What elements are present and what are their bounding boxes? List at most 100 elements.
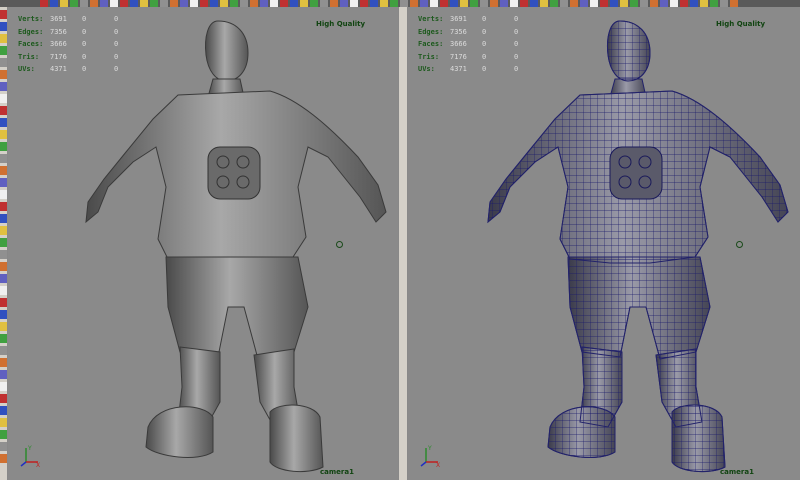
shelf-tool-icon[interactable]: [140, 0, 148, 7]
toolbox-tool-icon[interactable]: [0, 166, 7, 175]
toolbox-tool-icon[interactable]: [0, 58, 7, 67]
shelf-tool-icon[interactable]: [640, 0, 648, 7]
shelf-tool-icon[interactable]: [620, 0, 628, 7]
toolbox-tool-icon[interactable]: [0, 454, 7, 463]
shelf-tool-icon[interactable]: [480, 0, 488, 7]
viewport-right[interactable]: Verts: 3691 0 0 Edges: 7356 0 0 Faces: 3666 0 0 T…: [408, 7, 800, 480]
shelf-tool-icon[interactable]: [510, 0, 518, 7]
toolbox-tool-icon[interactable]: [0, 130, 7, 139]
shelf-tool-icon[interactable]: [240, 0, 248, 7]
shelf-tool-icon[interactable]: [470, 0, 478, 7]
shelf-tool-icon[interactable]: [50, 0, 58, 7]
shelf-tool-icon[interactable]: [160, 0, 168, 7]
toolbox-tool-icon[interactable]: [0, 106, 7, 115]
toolbox-tool-icon[interactable]: [0, 46, 7, 55]
toolbox-tool-icon[interactable]: [0, 310, 7, 319]
shelf-tool-icon[interactable]: [80, 0, 88, 7]
shelf-tool-icon[interactable]: [710, 0, 718, 7]
shelf-tool-icon[interactable]: [290, 0, 298, 7]
shelf-tool-icon[interactable]: [90, 0, 98, 7]
shelf-tool-icon[interactable]: [220, 0, 228, 7]
shelf-tool-icon[interactable]: [610, 0, 618, 7]
toolbox-tool-icon[interactable]: [0, 322, 7, 331]
shelf-tool-icon[interactable]: [380, 0, 388, 7]
shelf-tool-icon[interactable]: [280, 0, 288, 7]
shelf-tool-icon[interactable]: [100, 0, 108, 7]
toolbox-tool-icon[interactable]: [0, 346, 7, 355]
shelf-tool-icon[interactable]: [270, 0, 278, 7]
shelf-tool-icon[interactable]: [530, 0, 538, 7]
toolbox-tool-icon[interactable]: [0, 178, 7, 187]
shelf-tool-icon[interactable]: [60, 0, 68, 7]
toolbox-tool-icon[interactable]: [0, 382, 7, 391]
shelf-tool-icon[interactable]: [650, 0, 658, 7]
shelf-tool-icon[interactable]: [210, 0, 218, 7]
toolbox-tool-icon[interactable]: [0, 70, 7, 79]
toolbox-tool-icon[interactable]: [0, 142, 7, 151]
shelf-tool-icon[interactable]: [560, 0, 568, 7]
shelf-tool-icon[interactable]: [400, 0, 408, 7]
shelf-tool-icon[interactable]: [720, 0, 728, 7]
shelf-tool-icon[interactable]: [120, 0, 128, 7]
shelf-tool-icon[interactable]: [110, 0, 118, 7]
shelf-tool-icon[interactable]: [340, 0, 348, 7]
shelf-tool-icon[interactable]: [390, 0, 398, 7]
shelf-tool-icon[interactable]: [690, 0, 698, 7]
toolbox-tool-icon[interactable]: [0, 298, 7, 307]
toolbox-tool-icon[interactable]: [0, 286, 7, 295]
toolbox-tool-icon[interactable]: [0, 274, 7, 283]
toolbox-tool-icon[interactable]: [0, 190, 7, 199]
shelf-tool-icon[interactable]: [330, 0, 338, 7]
toolbox-tool-icon[interactable]: [0, 358, 7, 367]
shelf-tool-icon[interactable]: [700, 0, 708, 7]
shelf-tool-icon[interactable]: [540, 0, 548, 7]
toolbox-tool-icon[interactable]: [0, 262, 7, 271]
shelf-tool-icon[interactable]: [460, 0, 468, 7]
shelf-tool-icon[interactable]: [250, 0, 258, 7]
shelf-tool-icon[interactable]: [500, 0, 508, 7]
toolbox-tool-icon[interactable]: [0, 94, 7, 103]
shelf-tool-icon[interactable]: [660, 0, 668, 7]
shelf-tool-icon[interactable]: [40, 0, 48, 7]
shelf-tool-icon[interactable]: [450, 0, 458, 7]
toolbox-tool-icon[interactable]: [0, 442, 7, 451]
shelf-tool-icon[interactable]: [150, 0, 158, 7]
shelf-tool-icon[interactable]: [580, 0, 588, 7]
shelf-tool-icon[interactable]: [370, 0, 378, 7]
shelf-tool-icon[interactable]: [410, 0, 418, 7]
shelf-tool-icon[interactable]: [630, 0, 638, 7]
shelf-tool-icon[interactable]: [420, 0, 428, 7]
toolbox-tool-icon[interactable]: [0, 226, 7, 235]
shelf-tool-icon[interactable]: [300, 0, 308, 7]
shelf-tool-icon[interactable]: [190, 0, 198, 7]
shelf-tool-icon[interactable]: [550, 0, 558, 7]
shelf-tool-icon[interactable]: [360, 0, 368, 7]
shelf-tool-icon[interactable]: [230, 0, 238, 7]
toolbox-tool-icon[interactable]: [0, 202, 7, 211]
toolbox-tool-icon[interactable]: [0, 118, 7, 127]
shelf-tool-icon[interactable]: [730, 0, 738, 7]
shelf-tool-icon[interactable]: [310, 0, 318, 7]
shelf-tool-icon[interactable]: [490, 0, 498, 7]
shelf-tool-icon[interactable]: [430, 0, 438, 7]
shelf-tool-icon[interactable]: [680, 0, 688, 7]
shelf-tool-icon[interactable]: [70, 0, 78, 7]
shelf-tool-icon[interactable]: [200, 0, 208, 7]
shelf-tool-icon[interactable]: [440, 0, 448, 7]
toolbox-tool-icon[interactable]: [0, 334, 7, 343]
shelf-tool-icon[interactable]: [320, 0, 328, 7]
shelf-tool-icon[interactable]: [350, 0, 358, 7]
shelf-tool-icon[interactable]: [670, 0, 678, 7]
shelf-tool-icon[interactable]: [590, 0, 598, 7]
toolbox-tool-icon[interactable]: [0, 34, 7, 43]
toolbox-tool-icon[interactable]: [0, 10, 7, 19]
toolbox-tool-icon[interactable]: [0, 22, 7, 31]
viewport-left[interactable]: Verts: 3691 0 0 Edges: 7356 0 0 Faces: 3666 0 0 T…: [8, 7, 398, 480]
toolbox-tool-icon[interactable]: [0, 154, 7, 163]
shelf-tool-icon[interactable]: [520, 0, 528, 7]
shelf-tool-icon[interactable]: [170, 0, 178, 7]
toolbox-tool-icon[interactable]: [0, 82, 7, 91]
toolbox-tool-icon[interactable]: [0, 430, 7, 439]
toolbox-tool-icon[interactable]: [0, 214, 7, 223]
toolbox-tool-icon[interactable]: [0, 370, 7, 379]
